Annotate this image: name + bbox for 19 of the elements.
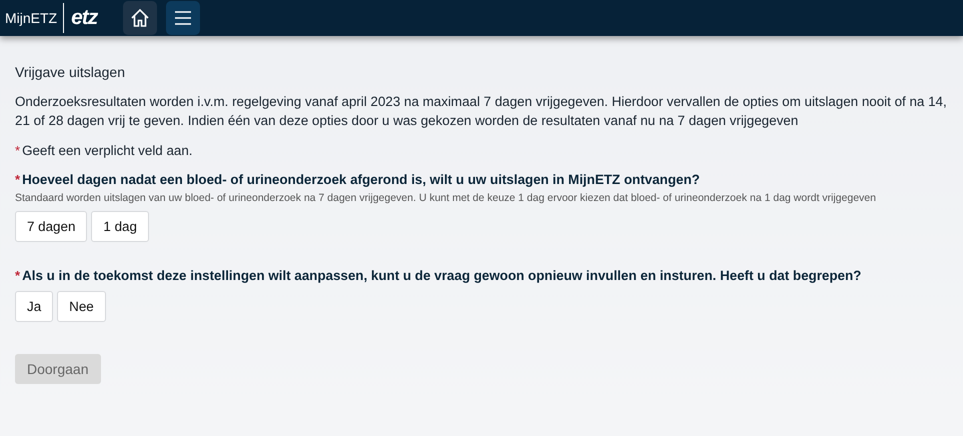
home-icon bbox=[130, 8, 150, 28]
brand-name: MijnETZ bbox=[5, 3, 64, 33]
required-mark: * bbox=[15, 143, 20, 158]
question-label: Hoeveel dagen nadat een bloed- of urineonderzoek afgerond is, wilt u uw uitslagen in MijnETZ ontvangen? bbox=[22, 172, 700, 187]
home-button[interactable] bbox=[123, 1, 158, 35]
page-title: Vrijgave uitslagen bbox=[15, 64, 126, 80]
intro-text: Onderzoeksresultaten worden i.v.m. regelgeving vanaf april 2023 na maximaal 7 dagen vrijgegeven. Hierdoor vervallen de opties om uitslagen nooit of na 14, 21 of 28 dagen vrij te geven. Indien één van deze opties door u was gekozen worden de resultaten vanaf nu na 7 dagen vrijgegeven bbox=[15, 93, 948, 130]
help-text: Standaard worden uitslagen van uw bloed- of urineonderzoek na 7 dagen vrijgegeven. U kunt met de keuze 1 dag ervoor kiezen dat bloed- of urineonderzoek na 1 dag wordt vrijgegeven bbox=[15, 191, 877, 205]
required-mark: * bbox=[15, 172, 20, 187]
required-note: Geeft een verplicht veld aan. bbox=[22, 143, 193, 158]
required-mark: * bbox=[15, 268, 20, 283]
option-button[interactable]: Ja bbox=[15, 291, 54, 322]
logo: etz bbox=[71, 6, 98, 30]
question-label: Als u in de toekomst deze instellingen wilt aanpassen, kunt u de vraag gewoon opnieuw invullen en insturen. Heeft u dat begrepen? bbox=[22, 268, 862, 283]
option-button[interactable]: Nee bbox=[57, 291, 106, 322]
menu-button[interactable] bbox=[166, 1, 200, 35]
option-button[interactable]: 1 dag bbox=[91, 211, 149, 242]
menu-icon bbox=[173, 8, 194, 28]
option-button[interactable]: 7 dagen bbox=[15, 211, 88, 242]
